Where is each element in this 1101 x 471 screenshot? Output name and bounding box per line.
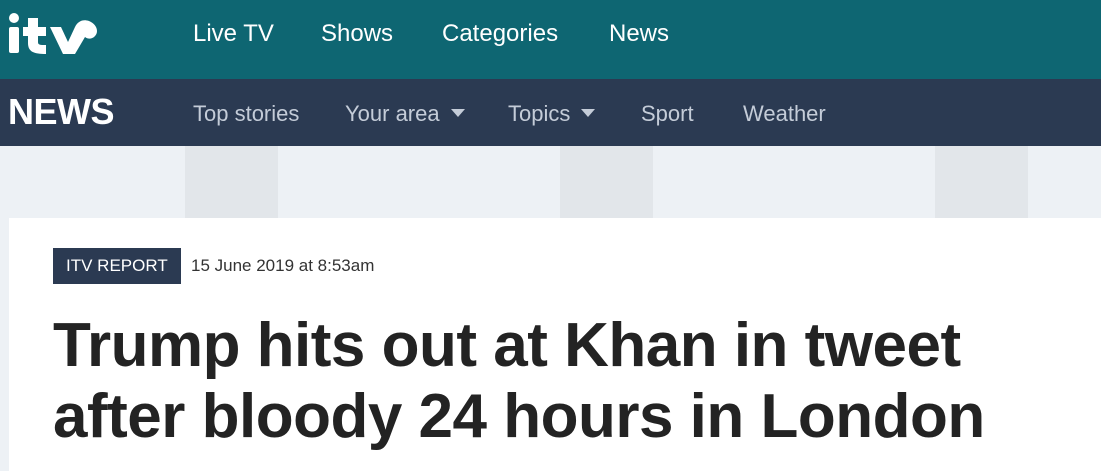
itv-top-bar: Live TV Shows Categories News xyxy=(0,0,1101,79)
chevron-down-icon xyxy=(450,109,465,118)
chevron-down-icon xyxy=(581,109,596,118)
article-card: ITV REPORT 15 June 2019 at 8:53am Trump … xyxy=(9,218,1101,471)
subnav-topics-label: Topics xyxy=(508,101,571,126)
background-stripe xyxy=(185,146,278,218)
subnav-top-stories-label: Top stories xyxy=(193,101,300,126)
subnav-top-stories[interactable]: Top stories xyxy=(193,100,299,128)
background-stripe xyxy=(560,146,653,218)
news-home-link[interactable]: NEWS xyxy=(8,92,115,132)
subnav-weather-label: Weather xyxy=(743,101,826,126)
subnav-your-area-label: Your area xyxy=(345,101,440,126)
itv-logo[interactable] xyxy=(8,8,100,56)
itv-report-badge: ITV REPORT xyxy=(53,248,181,284)
subnav-sport-label: Sport xyxy=(641,101,694,126)
subnav-topics[interactable]: Topics xyxy=(508,100,596,128)
subnav-weather[interactable]: Weather xyxy=(743,100,826,128)
article-timestamp: 15 June 2019 at 8:53am xyxy=(191,256,375,275)
nav-news[interactable]: News xyxy=(609,19,669,49)
subnav-sport[interactable]: Sport xyxy=(641,100,694,128)
nav-shows[interactable]: Shows xyxy=(321,19,393,49)
news-section-bar: NEWS Top stories Your area Topics Sport … xyxy=(0,79,1101,146)
itv-logo-icon xyxy=(9,13,97,54)
headline-line-1: Trump hits out at Khan in tweet xyxy=(53,311,961,380)
nav-categories[interactable]: Categories xyxy=(442,19,558,49)
nav-live-tv[interactable]: Live TV xyxy=(193,19,274,49)
article-headline: Trump hits out at Khan in tweet after bl… xyxy=(53,310,1053,452)
background-stripe xyxy=(935,146,1028,218)
subnav-your-area[interactable]: Your area xyxy=(345,100,465,128)
headline-line-2: after bloody 24 hours in London xyxy=(53,382,985,451)
